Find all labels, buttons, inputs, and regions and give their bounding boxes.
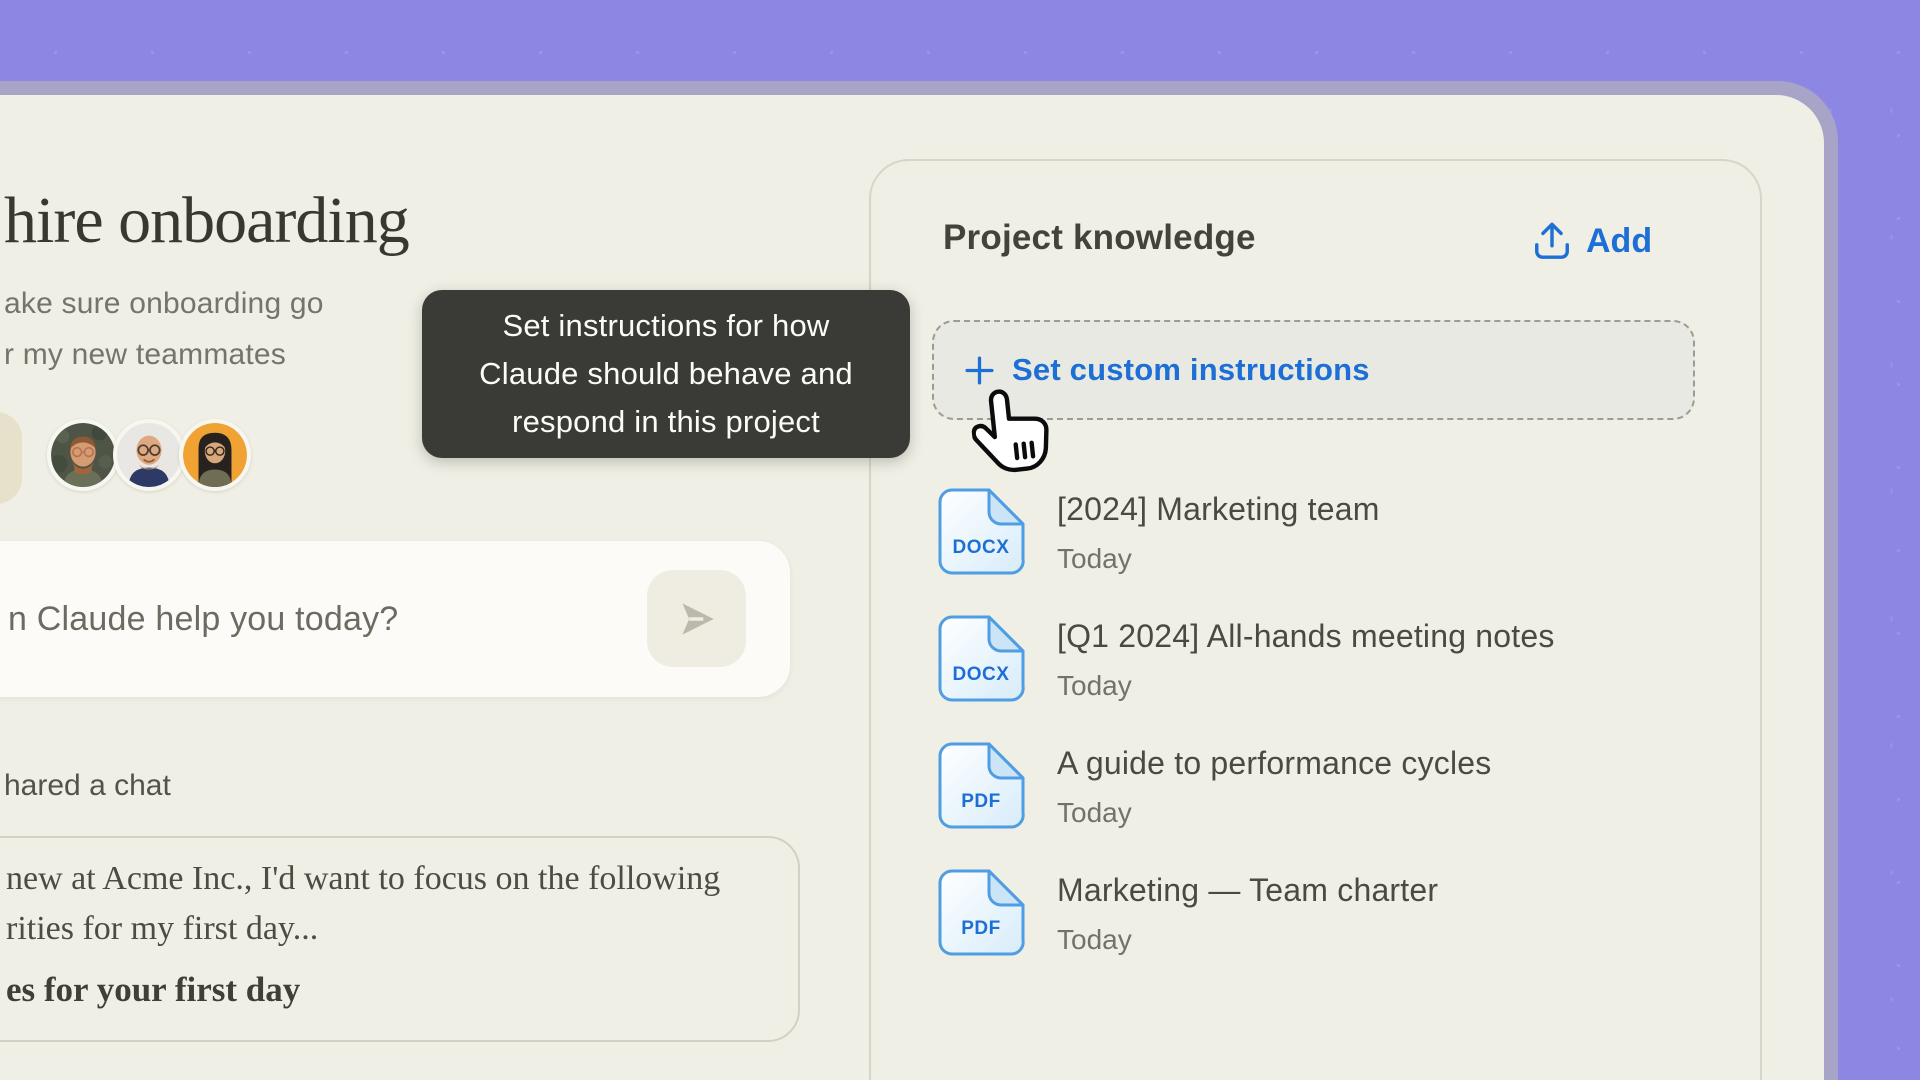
file-name: [2024] Marketing team xyxy=(1057,491,1380,528)
project-title: hire onboarding xyxy=(4,183,409,259)
shared-chat-quote-line1: new at Acme Inc., I'd want to focus on t… xyxy=(6,860,720,898)
send-button[interactable] xyxy=(647,570,746,667)
add-button-label: Add xyxy=(1586,222,1652,261)
shared-chat-label: hared a chat xyxy=(4,769,171,803)
svg-text:DOCX: DOCX xyxy=(953,537,1010,558)
tooltip-line2: Claude should behave and xyxy=(479,350,853,398)
chat-input-placeholder: n Claude help you today? xyxy=(8,600,398,639)
knowledge-file-row[interactable]: PDF Marketing — Team charter Today xyxy=(937,868,1697,978)
shared-chat-quote-heading: es for your first day xyxy=(6,970,300,1010)
avatar-bald-man xyxy=(113,419,185,491)
shared-chat-quote-line2: rities for my first day... xyxy=(6,910,318,948)
add-knowledge-button[interactable]: Add xyxy=(1532,219,1652,263)
set-custom-instructions-label: Set custom instructions xyxy=(1012,352,1370,388)
knowledge-file-row[interactable]: PDF A guide to performance cycles Today xyxy=(937,741,1697,851)
project-icon-button[interactable] xyxy=(0,412,22,504)
hand-pointer-cursor xyxy=(967,378,1057,486)
send-icon xyxy=(674,596,720,642)
file-name: A guide to performance cycles xyxy=(1057,745,1491,782)
pdf-file-icon: PDF xyxy=(937,868,1026,957)
avatar-bearded-man xyxy=(47,419,119,491)
custom-instructions-tooltip: Set instructions for how Claude should b… xyxy=(422,290,910,458)
file-name: [Q1 2024] All-hands meeting notes xyxy=(1057,618,1555,655)
file-date: Today xyxy=(1057,670,1132,702)
project-description-line2: r my new teammates xyxy=(4,338,286,372)
avatar-woman-glasses xyxy=(179,419,251,491)
docx-file-icon: DOCX xyxy=(937,487,1026,576)
project-knowledge-title: Project knowledge xyxy=(943,218,1256,258)
pdf-file-icon: PDF xyxy=(937,741,1026,830)
file-name: Marketing — Team charter xyxy=(1057,872,1438,909)
knowledge-file-row[interactable]: DOCX [2024] Marketing team Today xyxy=(937,487,1697,597)
claude-project-page: hire onboarding ake sure onboarding go r… xyxy=(0,0,1920,1080)
svg-text:PDF: PDF xyxy=(961,791,1001,812)
tooltip-line3: respond in this project xyxy=(512,398,820,446)
upload-icon xyxy=(1532,219,1572,263)
plus-icon xyxy=(964,355,995,386)
docx-file-icon: DOCX xyxy=(937,614,1026,703)
svg-text:DOCX: DOCX xyxy=(953,664,1010,685)
tooltip-line1: Set instructions for how xyxy=(502,302,829,350)
file-date: Today xyxy=(1057,797,1132,829)
file-date: Today xyxy=(1057,924,1132,956)
svg-text:PDF: PDF xyxy=(961,918,1001,939)
file-date: Today xyxy=(1057,543,1132,575)
project-description-line1: ake sure onboarding go xyxy=(4,287,324,321)
knowledge-file-row[interactable]: DOCX [Q1 2024] All-hands meeting notes T… xyxy=(937,614,1697,724)
